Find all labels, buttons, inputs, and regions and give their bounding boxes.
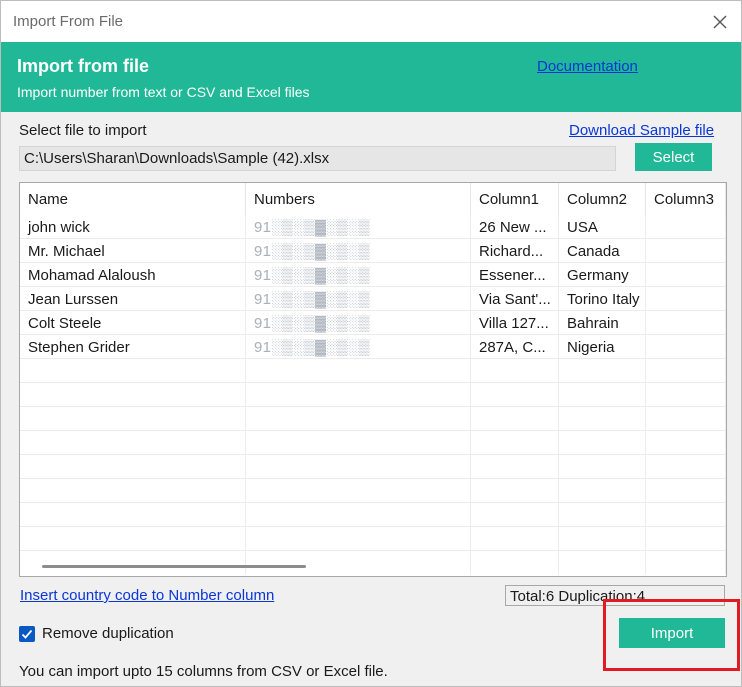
footer-note: You can import upto 15 columns from CSV … [19,663,388,680]
empty-row [20,455,726,479]
remove-duplication-label[interactable]: Remove duplication [42,625,174,642]
cell-column2: Bahrain [559,311,646,334]
empty-row [20,383,726,407]
cell-number: 91░▒░▒▓░▒░▒ [246,239,471,262]
cell-column3 [646,287,726,310]
cell-name: Colt Steele [20,311,246,334]
cell-number: 91░▒░▒▓░▒░▒ [246,263,471,286]
cell-column3 [646,311,726,334]
close-icon[interactable] [705,7,735,37]
cell-name: Stephen Grider [20,335,246,358]
cell-number: 91░▒░▒▓░▒░▒ [246,287,471,310]
cell-column2: Nigeria [559,335,646,358]
highlight-box [603,599,740,671]
column-header[interactable]: Column2 [559,183,646,215]
empty-row [20,503,726,527]
cell-name: Jean Lurssen [20,287,246,310]
cell-column1: 26 New ... [471,215,559,238]
column-header[interactable]: Column3 [646,183,726,215]
cell-name: Mr. Michael [20,239,246,262]
empty-row [20,551,726,575]
cell-column3 [646,263,726,286]
cell-number: 91░▒░▒▓░▒░▒ [246,311,471,334]
table-row[interactable]: Mr. Michael 91░▒░▒▓░▒░▒ Richard... Canad… [20,239,726,263]
cell-column2: Canada [559,239,646,262]
cell-number: 91░▒░▒▓░▒░▒ [246,335,471,358]
select-button[interactable]: Select [635,143,712,171]
download-sample-link[interactable]: Download Sample file [569,122,714,139]
column-header[interactable]: Column1 [471,183,559,215]
empty-row [20,359,726,383]
empty-row [20,431,726,455]
horizontal-scrollbar[interactable] [42,565,306,568]
remove-duplication-checkbox[interactable] [19,626,35,642]
cell-column3 [646,239,726,262]
cell-column2: Germany [559,263,646,286]
table-row[interactable]: john wick 91░▒░▒▓░▒░▒ 26 New ... USA [20,215,726,239]
cell-column1: Via Sant'... [471,287,559,310]
cell-name: john wick [20,215,246,238]
cell-column2: USA [559,215,646,238]
table-row[interactable]: Colt Steele 91░▒░▒▓░▒░▒ Villa 127... Bah… [20,311,726,335]
cell-column1: Villa 127... [471,311,559,334]
import-from-file-dialog: Import From File Import from file Import… [0,0,742,687]
banner-subtext: Import number from text or CSV and Excel… [17,84,310,100]
cell-column2: Torino Italy [559,287,646,310]
checkmark-icon [21,629,33,639]
cell-column3 [646,215,726,238]
cell-number: 91░▒░▒▓░▒░▒ [246,215,471,238]
documentation-link[interactable]: Documentation [537,58,638,75]
empty-row [20,527,726,551]
title-bar: Import From File [1,1,741,42]
header-banner: Import from file Import number from text… [1,42,741,112]
table-row[interactable]: Stephen Grider 91░▒░▒▓░▒░▒ 287A, C... Ni… [20,335,726,359]
table-row[interactable]: Jean Lurssen 91░▒░▒▓░▒░▒ Via Sant'... To… [20,287,726,311]
column-header[interactable]: Name [20,183,246,215]
cell-column3 [646,335,726,358]
cell-column1: 287A, C... [471,335,559,358]
empty-row [20,407,726,431]
grid-header: Name Numbers Column1 Column2 Column3 [20,183,726,215]
empty-row [20,479,726,503]
cell-column1: Richard... [471,239,559,262]
column-header[interactable]: Numbers [246,183,471,215]
table-row[interactable]: Mohamad Alaloush 91░▒░▒▓░▒░▒ Essener... … [20,263,726,287]
select-file-label: Select file to import [19,122,147,139]
banner-heading: Import from file [17,56,150,76]
insert-country-code-link[interactable]: Insert country code to Number column [20,587,274,604]
window-title: Import From File [13,13,124,30]
cell-column1: Essener... [471,263,559,286]
file-path-field[interactable]: C:\Users\Sharan\Downloads\Sample (42).xl… [19,146,616,171]
data-grid[interactable]: Name Numbers Column1 Column2 Column3 joh… [19,182,727,577]
cell-name: Mohamad Alaloush [20,263,246,286]
